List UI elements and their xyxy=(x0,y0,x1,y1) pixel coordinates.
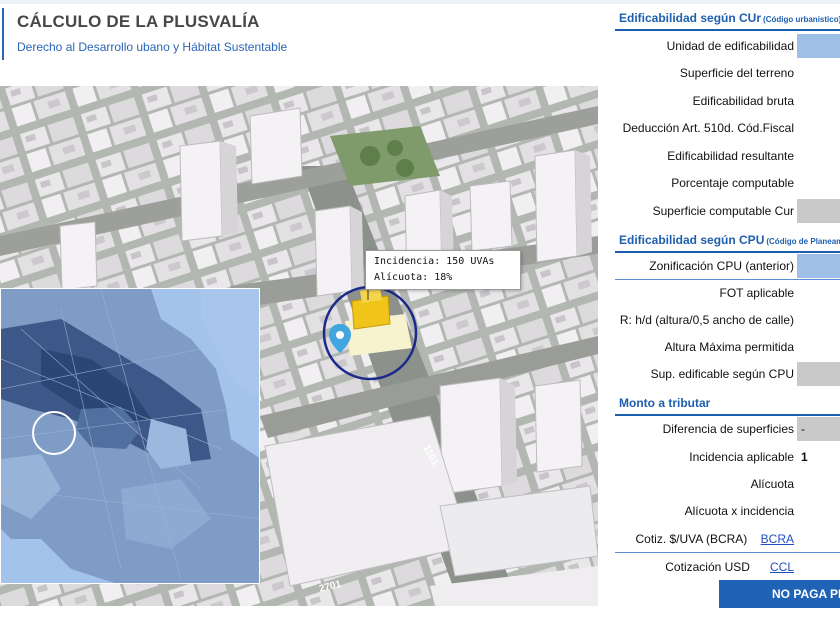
row-superficie-computable: Superficie computable Cur xyxy=(615,198,840,224)
row-unidad-edificabilidad: Unidad de edificabilidad xyxy=(615,33,840,59)
city-map-graphic xyxy=(1,289,259,583)
bcra-link[interactable]: BCRA xyxy=(761,532,794,546)
row-edificabilidad-bruta: Edificabilidad bruta xyxy=(615,88,840,114)
city-inset-map[interactable] xyxy=(0,288,260,584)
value-superficie-computable xyxy=(797,199,840,223)
value-superficie-terreno xyxy=(797,61,840,85)
page-subtitle: Derecho al Desarrollo ubano y Hábitat Su… xyxy=(17,40,288,54)
value-diferencia-superficies: - xyxy=(797,417,840,441)
field-unidad-edificabilidad[interactable] xyxy=(797,34,840,58)
value-edificabilidad-resultante xyxy=(797,144,840,168)
cotiz-uva-label: Cotiz. $/UVA (BCRA) xyxy=(635,532,748,546)
parcel-tooltip: Incidencia: 150 UVAs Alícuota: 18% xyxy=(365,250,521,290)
section-title: Edificabilidad según CUr xyxy=(619,11,762,25)
ccl-link[interactable]: CCL xyxy=(770,560,794,574)
value-deduccion xyxy=(797,116,840,140)
row-fot-aplicable: FOT aplicable xyxy=(615,280,840,306)
value-alicuota xyxy=(797,472,840,496)
row-cotizacion-usd: Cotización USD CCL xyxy=(615,554,840,580)
row-zonificacion-cpu: Zonificación CPU (anterior) xyxy=(615,253,840,279)
page-title: CÁLCULO DE LA PLUSVALÍA xyxy=(17,12,260,31)
value-cotizacion-usd xyxy=(797,555,840,579)
row-altura-maxima: Altura Máxima permitida xyxy=(615,334,840,360)
title-accent-rule xyxy=(2,8,4,60)
field-zonificacion-cpu[interactable] xyxy=(797,254,840,278)
value-altura-maxima xyxy=(797,335,840,359)
row-sup-edificable-cpu: Sup. edificable según CPU xyxy=(615,361,840,387)
value-porcentaje-computable xyxy=(797,171,840,195)
value-relacion-h-d xyxy=(797,308,840,332)
row-alicuota: Alícuota xyxy=(615,471,840,497)
section-note: (Código de Planeam. xyxy=(766,237,840,246)
row-superficie-terreno: Superficie del terreno xyxy=(615,60,840,86)
row-relacion-h-d: R: h/d (altura/0,5 ancho de calle) xyxy=(615,307,840,333)
row-diferencia-superficies: Diferencia de superficies - xyxy=(615,416,840,442)
section-header-cpu: Edificabilidad según CPU (Código de Plane… xyxy=(615,226,840,253)
row-porcentaje-computable: Porcentaje computable xyxy=(615,170,840,196)
result-banner: NO PAGA PL xyxy=(719,580,840,608)
value-fot-aplicable xyxy=(797,281,840,305)
row-edificabilidad-resultante: Edificabilidad resultante xyxy=(615,143,840,169)
row-divider xyxy=(615,552,840,553)
value-cotiz-uva xyxy=(797,527,840,551)
row-deduccion: Deducción Art. 510d. Cód.Fiscal xyxy=(615,115,840,141)
section-header-cur: Edificabilidad según CUr (Código urbanist… xyxy=(615,4,840,31)
row-incidencia-aplicable: Incidencia aplicable 1 xyxy=(615,444,840,470)
value-sup-edificable-cpu xyxy=(797,362,840,386)
row-alicuota-x-incidencia: Alícuota x incidencia xyxy=(615,498,840,524)
value-incidencia-aplicable: 1 xyxy=(801,450,808,464)
calculation-panel: Edificabilidad según CUr (Código urbanist… xyxy=(615,0,840,630)
section-header-monto: Monto a tributar xyxy=(615,389,840,416)
section-note: (Código urbanistico) xyxy=(763,15,840,24)
section-title: Monto a tributar xyxy=(619,396,711,410)
cotizacion-usd-label: Cotización USD xyxy=(665,560,750,574)
section-title: Edificabilidad según CPU xyxy=(619,233,765,247)
tooltip-alicuota: Alícuota: 18% xyxy=(374,272,453,283)
value-alicuota-x-incidencia xyxy=(797,499,840,523)
tooltip-incidencia: Incidencia: 150 UVAs xyxy=(374,256,495,267)
value-edificabilidad-bruta xyxy=(797,89,840,113)
row-cotiz-uva: Cotiz. $/UVA (BCRA) BCRA xyxy=(615,526,840,552)
